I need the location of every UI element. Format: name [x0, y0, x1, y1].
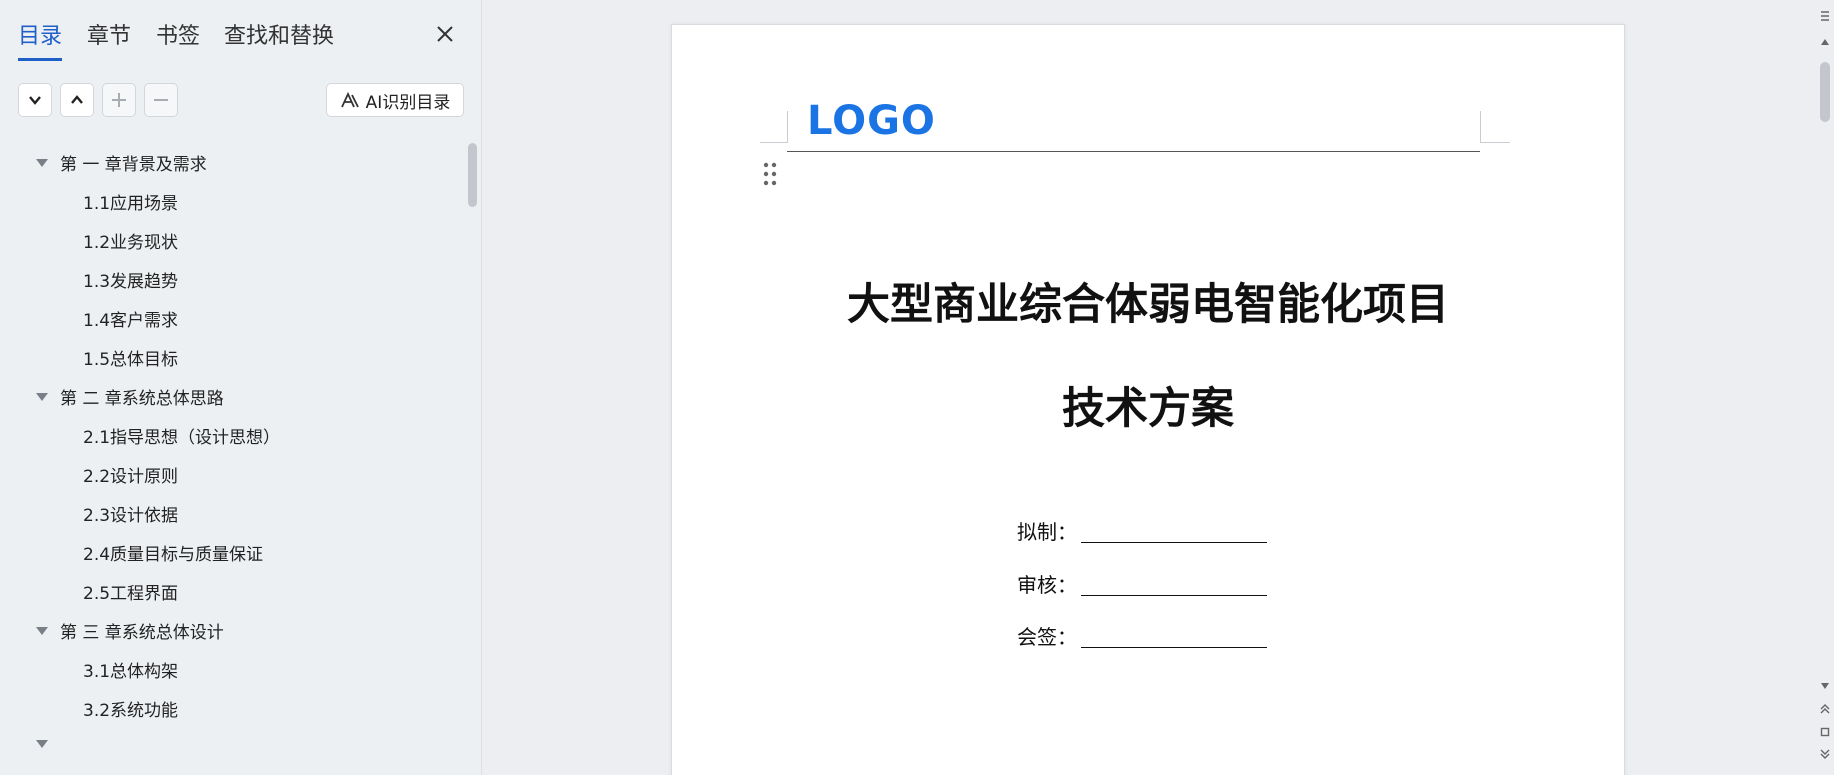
toc-item-label: 3.2系统功能 — [83, 701, 179, 721]
toc-item-label: 2.3设计依据 — [83, 506, 179, 526]
toc-item-label: 2.2设计原则 — [83, 467, 179, 487]
toc-item-label: 1.2业务现状 — [83, 233, 179, 253]
signature-row: 审核： — [1017, 569, 1267, 598]
toc-item-label: 2.1指导思想（设计思想） — [83, 428, 281, 448]
navigation-panel: 目录 章节 书签 查找和替换 AI识别目录 第 一 章背景及需求 1.1应用场景… — [0, 0, 482, 775]
toc-item[interactable]: 1.4客户需求 — [0, 299, 470, 338]
minus-icon — [154, 99, 168, 101]
drag-handle-icon[interactable] — [763, 162, 777, 186]
select-browse-object-icon[interactable] — [1819, 726, 1831, 738]
margin-marker — [1480, 142, 1510, 143]
signature-line[interactable] — [1081, 647, 1267, 648]
toc-list: 第 一 章背景及需求 1.1应用场景 1.2业务现状 1.3发展趋势 1.4客户… — [0, 143, 470, 728]
signature-line[interactable] — [1081, 595, 1267, 596]
toc-item[interactable]: 2.1指导思想（设计思想） — [0, 416, 470, 455]
toc-item-label: 2.4质量目标与质量保证 — [83, 545, 264, 565]
toc-item[interactable]: 3.1总体构架 — [0, 650, 470, 689]
margin-marker — [787, 111, 788, 143]
chevron-up-icon — [71, 95, 83, 104]
toc-scrollbar[interactable] — [468, 143, 477, 207]
tab-chapters[interactable]: 章节 — [87, 18, 131, 58]
header-divider — [787, 151, 1480, 152]
caret-down-icon[interactable] — [36, 158, 48, 167]
document-scrollbar[interactable] — [1816, 0, 1834, 775]
signature-row: 拟制： — [1017, 516, 1267, 545]
signature-row: 会签： — [1017, 621, 1267, 650]
document-title: 大型商业综合体弱电智能化项目 — [847, 280, 1449, 330]
scroll-up-icon[interactable] — [1819, 36, 1831, 48]
app-window: 目录 章节 书签 查找和替换 AI识别目录 第 一 章背景及需求 1.1应用场景… — [0, 0, 1834, 775]
remove-heading-button[interactable] — [144, 83, 178, 117]
caret-down-icon[interactable] — [36, 392, 48, 401]
tab-bookmarks[interactable]: 书签 — [156, 18, 200, 58]
toc-item[interactable]: 第 二 章系统总体思路 — [0, 377, 470, 416]
previous-page-icon[interactable] — [1819, 703, 1831, 715]
toc-toolbar: AI识别目录 — [18, 83, 464, 119]
expand-all-button[interactable] — [18, 83, 52, 117]
signature-line[interactable] — [1081, 542, 1267, 543]
toc-item-label: 第 二 章系统总体思路 — [60, 389, 224, 409]
signature-label: 会签： — [1017, 625, 1077, 649]
margin-marker — [1480, 111, 1481, 143]
ai-recognize-toc-button[interactable]: AI识别目录 — [326, 83, 464, 117]
toc-item[interactable]: 第 三 章系统总体设计 — [0, 611, 470, 650]
toc-item[interactable]: 1.1应用场景 — [0, 182, 470, 221]
ai-icon — [340, 91, 359, 108]
toc-item[interactable]: 1.5总体目标 — [0, 338, 470, 377]
toc-item-label: 1.5总体目标 — [83, 350, 179, 370]
document-page[interactable]: LOGO 大型商业综合体弱电智能化项目 技术方案 拟制： 审核： 会签： — [671, 24, 1625, 775]
tab-find-replace[interactable]: 查找和替换 — [224, 18, 334, 58]
margin-marker — [760, 142, 787, 143]
chevron-down-icon — [29, 96, 41, 105]
caret-down-icon[interactable] — [36, 740, 48, 748]
toc-item[interactable]: 2.4质量目标与质量保证 — [0, 533, 470, 572]
toc-item[interactable]: 3.2系统功能 — [0, 689, 470, 728]
tab-toc[interactable]: 目录 — [18, 18, 63, 61]
toc-item[interactable]: 2.5工程界面 — [0, 572, 470, 611]
toc-item[interactable]: 2.3设计依据 — [0, 494, 470, 533]
close-icon[interactable] — [433, 22, 457, 46]
scrollbar-thumb[interactable] — [1820, 62, 1830, 122]
toc-item[interactable]: 2.2设计原则 — [0, 455, 470, 494]
toc-item-label: 1.1应用场景 — [83, 194, 179, 214]
toc-item[interactable]: 1.2业务现状 — [0, 221, 470, 260]
caret-down-icon[interactable] — [36, 626, 48, 635]
menu-icon[interactable] — [1819, 10, 1831, 22]
toc-item-label: 2.5工程界面 — [83, 584, 179, 604]
signature-label: 审核： — [1017, 573, 1077, 597]
document-area: LOGO 大型商业综合体弱电智能化项目 技术方案 拟制： 审核： 会签： — [482, 0, 1816, 775]
scroll-down-icon[interactable] — [1819, 680, 1831, 692]
toc-item-label: 1.3发展趋势 — [83, 272, 179, 292]
next-page-icon[interactable] — [1819, 748, 1831, 760]
plus-icon — [112, 93, 126, 107]
toc-item-label: 1.4客户需求 — [83, 311, 179, 331]
logo: LOGO — [807, 98, 936, 144]
add-heading-button[interactable] — [102, 83, 136, 117]
toc-item-label: 第 三 章系统总体设计 — [60, 623, 224, 643]
document-subtitle: 技术方案 — [1062, 384, 1234, 434]
ai-button-label: AI识别目录 — [365, 92, 451, 113]
toc-item[interactable]: 1.3发展趋势 — [0, 260, 470, 299]
toc-item-label: 3.1总体构架 — [83, 662, 179, 682]
toc-item-label: 第 一 章背景及需求 — [60, 155, 207, 175]
collapse-all-button[interactable] — [60, 83, 94, 117]
toc-item[interactable]: 第 一 章背景及需求 — [0, 143, 470, 182]
signature-label: 拟制： — [1017, 520, 1077, 544]
